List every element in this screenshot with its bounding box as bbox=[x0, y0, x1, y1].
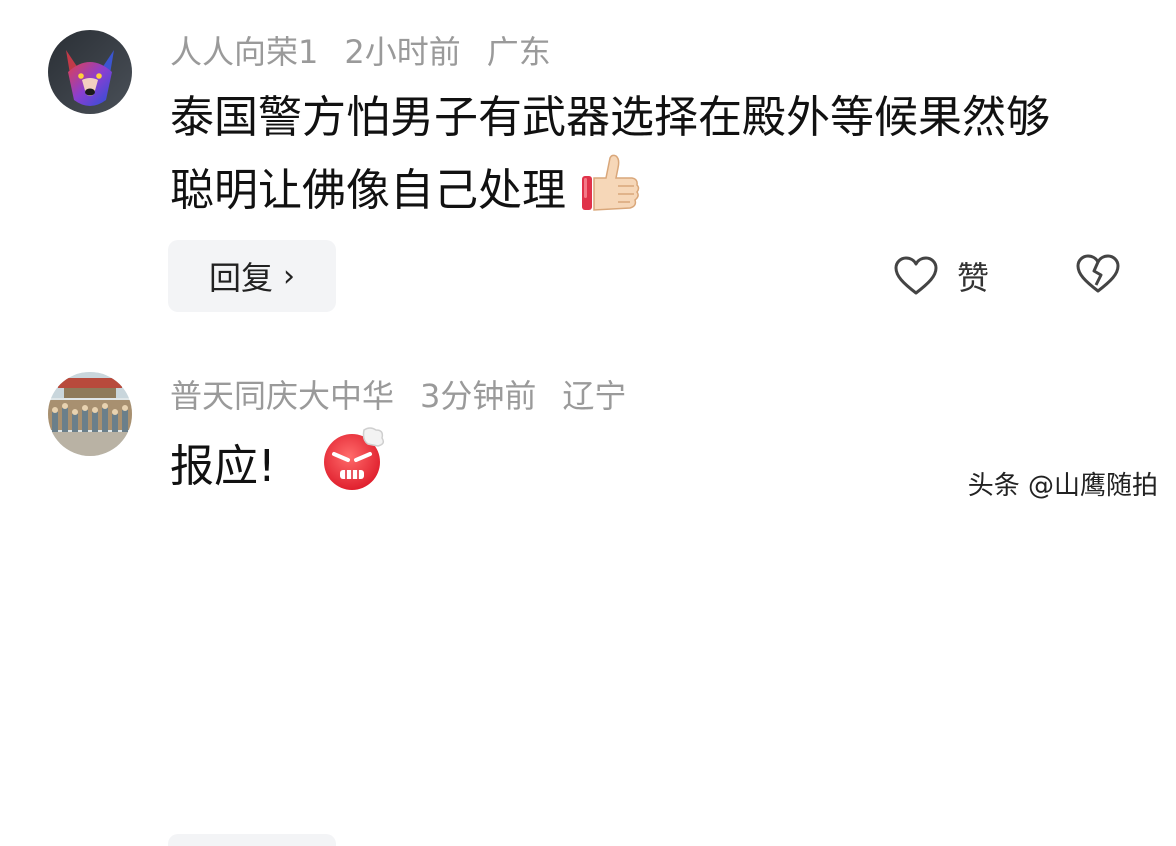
avatar-crowd-image bbox=[48, 372, 132, 456]
reply-button-partial[interactable] bbox=[168, 834, 336, 846]
username[interactable]: 普天同庆大中华 bbox=[170, 377, 394, 415]
avatar[interactable] bbox=[48, 30, 132, 114]
like-button[interactable]: 赞 bbox=[893, 248, 989, 304]
comment-text-line-wrap: 聪明让佛像自己处理 bbox=[170, 152, 1150, 234]
comment-text: 泰国警方怕男子有武器选择在殿外等候果然够 聪明让佛像自己处理 bbox=[170, 84, 1150, 234]
comment-text-line: 泰国警方怕男子有武器选择在殿外等候果然够 bbox=[170, 92, 1050, 143]
location: 辽宁 bbox=[562, 377, 627, 415]
thumbs-up-icon bbox=[580, 152, 642, 234]
comment-item: 人人向荣1 2小时前 广东 泰国警方怕男子有武器选择在殿外等候果然够 聪明让佛像自己… bbox=[0, 0, 1176, 330]
comment-meta: 人人向荣1 2小时前 广东 bbox=[170, 32, 577, 72]
watermark: 头条 @山鹰随拍 bbox=[967, 471, 1158, 501]
reply-label: 回复 bbox=[208, 259, 273, 297]
location: 广东 bbox=[486, 33, 551, 71]
dislike-button[interactable] bbox=[1074, 253, 1122, 299]
reply-button[interactable]: 回复 › bbox=[168, 240, 336, 312]
angry-face-icon bbox=[318, 426, 388, 512]
username[interactable]: 人人向荣1 bbox=[170, 33, 318, 71]
heart-icon bbox=[894, 256, 938, 295]
comment-meta: 普天同庆大中华 3分钟前 辽宁 bbox=[170, 376, 652, 416]
chevron-right-icon: › bbox=[283, 258, 295, 294]
like-label: 赞 bbox=[957, 259, 990, 297]
broken-heart-icon bbox=[1076, 254, 1120, 293]
timestamp: 3分钟前 bbox=[420, 377, 537, 415]
avatar[interactable] bbox=[48, 372, 132, 456]
comment-text-line: 报应! bbox=[170, 441, 276, 492]
timestamp: 2小时前 bbox=[344, 33, 461, 71]
avatar-husky-image bbox=[48, 30, 132, 114]
comment-text-line: 聪明让佛像自己处理 bbox=[170, 165, 566, 216]
